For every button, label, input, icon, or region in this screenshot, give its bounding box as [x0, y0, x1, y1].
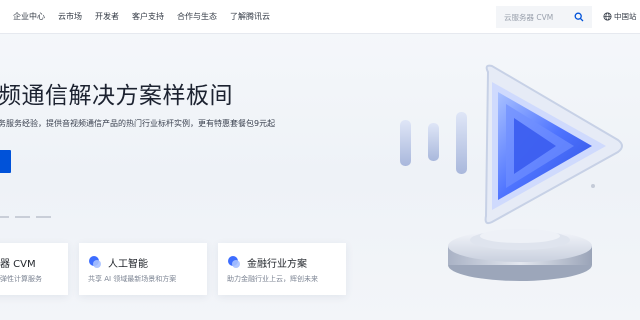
nav-item-developers[interactable]: 开发者	[95, 11, 119, 22]
carousel-indicators	[0, 216, 57, 218]
top-nav: 价 企业中心 云市场 开发者 客户支持 合作与生态 了解腾讯云 中国站	[0, 0, 640, 34]
search-input[interactable]	[504, 12, 572, 22]
nav-item-marketplace[interactable]: 云市场	[58, 11, 82, 22]
card-ai[interactable]: 人工智能 共享 AI 领域最新场景和方案	[79, 243, 207, 295]
language-switch[interactable]: 中国站	[603, 11, 637, 22]
card-title: 人工智能	[108, 259, 148, 270]
hero-title: 频通信解决方案样板间	[0, 83, 233, 109]
ai-icon	[89, 256, 101, 268]
card-subtitle: 助力金融行业上云，辉创未来	[227, 275, 318, 283]
card-subtitle: 弹性计算服务	[0, 275, 42, 283]
nav-menu: 价 企业中心 云市场 开发者 客户支持 合作与生态 了解腾讯云	[0, 11, 283, 22]
nav-item-enterprise-center[interactable]: 企业中心	[13, 11, 45, 22]
carousel-dot[interactable]	[0, 216, 9, 218]
finance-icon	[228, 256, 240, 268]
hero-cta-button[interactable]	[0, 150, 11, 173]
card-cvm[interactable]: 器 CVM 弹性计算服务	[0, 243, 68, 295]
carousel-dot[interactable]	[15, 216, 30, 218]
hero-description: 务服务经验，提供音视频通信产品的热门行业标杆实例，更有特惠套餐包9元起	[0, 119, 276, 128]
search-icon[interactable]	[574, 12, 584, 22]
nav-item-partners[interactable]: 合作与生态	[177, 11, 217, 22]
card-title: 金融行业方案	[247, 259, 307, 270]
card-subtitle: 共享 AI 领域最新场景和方案	[88, 275, 177, 283]
carousel-dot[interactable]	[36, 216, 51, 218]
nav-item-support[interactable]: 客户支持	[132, 11, 164, 22]
card-title: 器 CVM	[0, 259, 36, 270]
language-label: 中国站	[614, 12, 637, 21]
globe-icon	[603, 12, 612, 21]
card-finance[interactable]: 金融行业方案 助力金融行业上云，辉创未来	[218, 243, 346, 295]
hero-illustration	[400, 64, 623, 281]
nav-item-about[interactable]: 了解腾讯云	[230, 11, 270, 22]
search-box[interactable]	[496, 6, 592, 28]
